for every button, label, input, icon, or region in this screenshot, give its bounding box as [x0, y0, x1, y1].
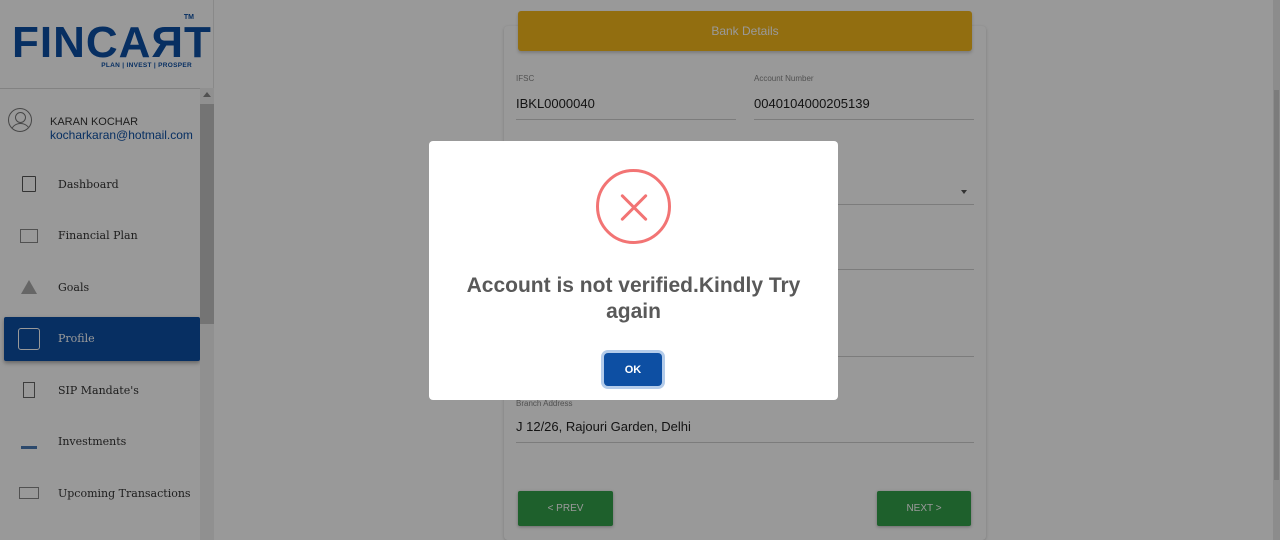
ok-button[interactable]: OK — [604, 353, 662, 386]
error-dialog: Account is not verified.Kindly Try again… — [429, 141, 838, 400]
error-x-icon — [596, 169, 671, 244]
error-message: Account is not verified.Kindly Try again — [466, 274, 801, 323]
